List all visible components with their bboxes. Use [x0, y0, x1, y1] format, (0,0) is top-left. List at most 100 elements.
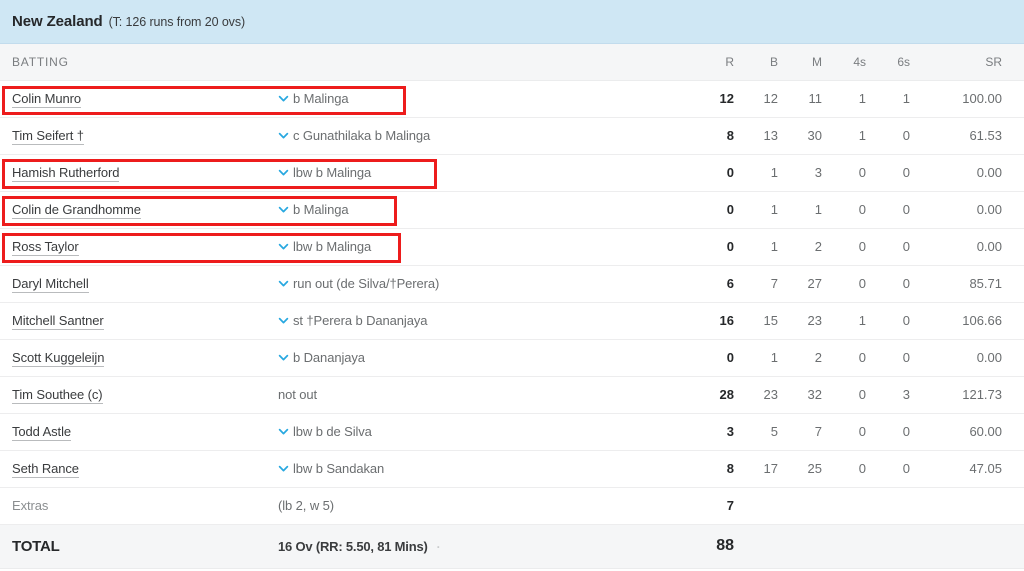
dismissal-cell[interactable]: b Malinga	[277, 191, 702, 229]
chevron-down-icon[interactable]	[278, 352, 289, 363]
m-cell: 1	[792, 191, 836, 229]
chevron-down-icon[interactable]	[278, 167, 289, 178]
player-link[interactable]: Hamish Rutherford	[12, 165, 120, 182]
batsman-name-cell: Ross Taylor	[0, 228, 277, 266]
m-cell: 23	[792, 302, 836, 340]
runs-cell: 3	[702, 413, 748, 451]
fours-cell: 0	[836, 228, 880, 266]
strike-rate-cell: 106.66	[924, 302, 1024, 340]
batsman-name-cell: Hamish Rutherford	[0, 154, 277, 192]
column-header-dismissal	[277, 44, 702, 81]
sixes-cell: 0	[880, 302, 924, 340]
runs-cell: 8	[702, 450, 748, 488]
sixes-cell: 0	[880, 450, 924, 488]
strike-rate-cell: 85.71	[924, 265, 1024, 303]
runs-cell: 0	[702, 191, 748, 229]
chevron-down-icon[interactable]	[278, 278, 289, 289]
dismissal-cell[interactable]: lbw b de Silva	[277, 413, 702, 451]
fours-cell: 0	[836, 376, 880, 414]
chevron-down-icon[interactable]	[278, 204, 289, 215]
team-header: New Zealand (T: 126 runs from 20 ovs)	[0, 0, 1024, 44]
table-row: Tim Seifert † c Gunathilaka b Malinga 8 13 3…	[0, 117, 1024, 155]
strike-rate-cell: 121.73	[924, 376, 1024, 414]
chevron-down-icon[interactable]	[278, 315, 289, 326]
sixes-cell: 0	[880, 154, 924, 192]
strike-rate-cell: 0.00	[924, 154, 1024, 192]
player-link[interactable]: Todd Astle	[12, 424, 71, 441]
extras-blank-b	[748, 487, 792, 525]
table-row: Mitchell Santner st †Perera b Dananjaya 16…	[0, 302, 1024, 340]
fours-cell: 0	[836, 339, 880, 377]
dismissal-text: b Malinga	[293, 202, 349, 217]
player-link[interactable]: Colin de Grandhomme	[12, 202, 141, 219]
dismissal-cell[interactable]: lbw b Malinga	[277, 154, 702, 192]
runs-cell: 8	[702, 117, 748, 155]
dismissal-cell[interactable]: c Gunathilaka b Malinga	[277, 117, 702, 155]
fours-cell: 0	[836, 191, 880, 229]
player-link[interactable]: Ross Taylor	[12, 239, 79, 256]
strike-rate-cell: 60.00	[924, 413, 1024, 451]
strike-rate-cell: 0.00	[924, 228, 1024, 266]
fours-cell: 0	[836, 413, 880, 451]
dismissal-text: b Malinga	[293, 91, 349, 106]
dismissal-cell: not out	[277, 376, 702, 414]
b-cell: 1	[748, 191, 792, 229]
dismissal-cell[interactable]: lbw b Malinga	[277, 228, 702, 266]
total-label: TOTAL	[0, 523, 277, 569]
runs-cell: 6	[702, 265, 748, 303]
dismissal-cell[interactable]: st †Perera b Dananjaya	[277, 302, 702, 340]
m-cell: 2	[792, 228, 836, 266]
chevron-down-icon[interactable]	[278, 93, 289, 104]
player-link[interactable]: Seth Rance	[12, 461, 79, 478]
dismissal-cell[interactable]: b Dananjaya	[277, 339, 702, 377]
chevron-down-icon[interactable]	[278, 130, 289, 141]
batting-table: BATTING R B M 4s 6s SR Colin Munro b Mali…	[0, 44, 1024, 569]
sixes-cell: 0	[880, 228, 924, 266]
runs-cell: 12	[702, 80, 748, 118]
batsman-name-cell: Colin Munro	[0, 80, 277, 118]
strike-rate-cell: 61.53	[924, 117, 1024, 155]
m-cell: 3	[792, 154, 836, 192]
b-cell: 1	[748, 154, 792, 192]
m-cell: 25	[792, 450, 836, 488]
total-detail-cell: 16 Ov (RR: 5.50, 81 Mins) ·	[277, 523, 702, 569]
total-blank-sr	[924, 523, 1024, 569]
extras-label-cell: Extras	[0, 487, 277, 525]
total-runs: 88	[702, 523, 748, 569]
player-link[interactable]: Tim Southee (c)	[12, 387, 103, 404]
fours-cell: 1	[836, 80, 880, 118]
fours-cell: 1	[836, 302, 880, 340]
batsman-name-cell: Scott Kuggeleijn	[0, 339, 277, 377]
column-header-fours: 4s	[836, 44, 880, 81]
column-header-minutes: M	[792, 44, 836, 81]
m-cell: 7	[792, 413, 836, 451]
table-row: Daryl Mitchell run out (de Silva/†Perera)…	[0, 265, 1024, 303]
batsman-name-cell: Mitchell Santner	[0, 302, 277, 340]
sixes-cell: 1	[880, 80, 924, 118]
m-cell: 11	[792, 80, 836, 118]
b-cell: 13	[748, 117, 792, 155]
runs-cell: 16	[702, 302, 748, 340]
player-link[interactable]: Scott Kuggeleijn	[12, 350, 104, 367]
player-link[interactable]: Daryl Mitchell	[12, 276, 89, 293]
chevron-down-icon[interactable]	[278, 241, 289, 252]
dismissal-text: lbw b Malinga	[293, 165, 372, 180]
dismissal-text: run out (de Silva/†Perera)	[293, 276, 440, 291]
extras-blank-6s	[880, 487, 924, 525]
strike-rate-cell: 0.00	[924, 191, 1024, 229]
extras-detail: (lb 2, w 5)	[277, 487, 702, 525]
chevron-down-icon[interactable]	[278, 463, 289, 474]
dismissal-cell[interactable]: run out (de Silva/†Perera)	[277, 265, 702, 303]
fours-cell: 0	[836, 450, 880, 488]
sixes-cell: 0	[880, 117, 924, 155]
table-row: Scott Kuggeleijn b Dananjaya 0 1 2 0 0 0.00	[0, 339, 1024, 377]
dismissal-cell[interactable]: b Malinga	[277, 80, 702, 118]
dismissal-cell[interactable]: lbw b Sandakan	[277, 450, 702, 488]
player-link[interactable]: Tim Seifert †	[12, 128, 84, 145]
player-link[interactable]: Mitchell Santner	[12, 313, 104, 330]
m-cell: 32	[792, 376, 836, 414]
b-cell: 12	[748, 80, 792, 118]
fours-cell: 0	[836, 154, 880, 192]
player-link[interactable]: Colin Munro	[12, 91, 81, 108]
chevron-down-icon[interactable]	[278, 426, 289, 437]
